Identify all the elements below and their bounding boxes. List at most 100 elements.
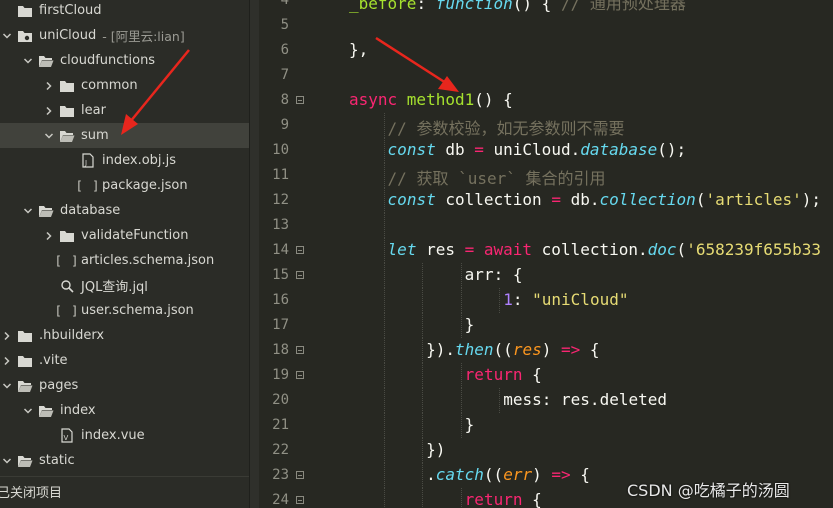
project-icon (17, 0, 33, 23)
tree-item[interactable]: .hbuilderx (0, 323, 249, 348)
code-line[interactable]: 19 return { (259, 363, 833, 388)
cloud-folder-icon (17, 23, 33, 48)
code-token: (); (657, 140, 687, 159)
indent-guide (422, 363, 424, 388)
closed-projects-bar[interactable]: 已关闭项目 (0, 476, 249, 505)
code-line[interactable]: 14 let res = await collection.doc('658239… (259, 238, 833, 263)
code-line[interactable]: 6}, (259, 38, 833, 63)
tree-item[interactable]: sum (0, 123, 249, 148)
sidebar-scrollbar[interactable] (249, 0, 259, 508)
code-line[interactable]: 16 1: "uniCloud" (259, 288, 833, 313)
code-line[interactable]: 17} (259, 313, 833, 338)
chevron-down-icon[interactable] (42, 123, 56, 148)
folder-open-icon (17, 448, 33, 473)
code-token: ) (541, 340, 561, 359)
chevron-right-icon[interactable] (42, 98, 56, 123)
tree-item[interactable]: [ ] package.json (0, 173, 249, 198)
code-text: const db = uniCloud.database(); (388, 140, 687, 159)
fold-toggle-icon[interactable] (296, 371, 304, 379)
tree-item[interactable]: firstCloud (0, 0, 249, 23)
fold-toggle-icon[interactable] (296, 346, 304, 354)
indent-guide (383, 188, 385, 213)
tree-item-label: .vite (39, 353, 68, 368)
indent-guide (383, 413, 385, 438)
code-token: then (455, 340, 494, 359)
code-line[interactable]: 11 // 获取 `user` 集合的引用 (259, 163, 833, 188)
fold-toggle-icon[interactable] (296, 246, 304, 254)
fold-toggle-icon[interactable] (296, 471, 304, 479)
code-token: let (387, 240, 427, 259)
code-token: = await (464, 240, 542, 259)
tree-item[interactable]: pages (0, 373, 249, 398)
code-editor[interactable]: 4 _before: function() { // 通用预处理器 5 6}, 7 8 as… (259, 0, 833, 508)
tree-item[interactable]: .vite (0, 348, 249, 373)
code-line[interactable]: 10 const db = uniCloud.database(); (259, 138, 833, 163)
code-line[interactable]: 4 _before: function() { // 通用预处理器 (259, 0, 833, 13)
tree-item[interactable]: validateFunction (0, 223, 249, 248)
indent-guide (422, 413, 424, 438)
code-token: return (464, 365, 533, 384)
tree-item[interactable]: index (0, 398, 249, 423)
tree-item[interactable]: uniCloud - [阿里云:lian] (0, 23, 249, 48)
indent-guide (383, 463, 385, 488)
tree-item-label: uniCloud (39, 28, 97, 43)
tree-item-label: static (39, 453, 75, 468)
indent-guide (422, 313, 424, 338)
tree-item[interactable]: static (0, 448, 249, 473)
code-line[interactable]: 21} (259, 413, 833, 438)
code-text: }) (426, 440, 445, 459)
fold-toggle-icon[interactable] (296, 96, 304, 104)
tree-item[interactable]: cloudfunctions (0, 48, 249, 73)
chevron-right-icon[interactable] (0, 323, 14, 348)
chevron-down-icon[interactable] (21, 198, 35, 223)
tree-item[interactable]: [ ] user.schema.json (0, 298, 249, 323)
fold-toggle-icon[interactable] (296, 271, 304, 279)
tree-item[interactable]: Vindex.vue (0, 423, 249, 448)
chevron-down-icon[interactable] (0, 373, 14, 398)
chevron-right-icon[interactable] (42, 73, 56, 98)
line-number: 11 (272, 167, 289, 183)
tree-item[interactable]: lear (0, 98, 249, 123)
tree-item[interactable]: [ ] articles.schema.json (0, 248, 249, 273)
indent-guide (383, 288, 385, 313)
code-token: { (589, 340, 600, 359)
code-line[interactable]: 22}) (259, 438, 833, 463)
tree-item-label: cloudfunctions (60, 53, 156, 68)
chevron-right-icon[interactable] (42, 223, 56, 248)
chevron-down-icon[interactable] (21, 48, 35, 73)
code-line[interactable]: 15 arr: { (259, 263, 833, 288)
code-token: ( (695, 190, 706, 209)
fold-toggle-icon[interactable] (296, 496, 304, 504)
code-token: () { (474, 90, 513, 109)
tree-item[interactable]: Jindex.obj.js (0, 148, 249, 173)
code-line[interactable]: 5 (259, 13, 833, 38)
code-text: }).then((res) => { (426, 340, 599, 359)
code-token: return (464, 490, 533, 508)
indent-guide (383, 338, 385, 363)
tree-item[interactable]: common (0, 73, 249, 98)
chevron-down-icon[interactable] (0, 23, 14, 48)
code-line[interactable]: 13 (259, 213, 833, 238)
code-token: _before (349, 0, 417, 13)
tree-item[interactable]: database (0, 198, 249, 223)
code-line[interactable]: 9 // 参数校验，如无参数则不需要 (259, 113, 833, 138)
code-line[interactable]: 7 (259, 63, 833, 88)
chevron-down-icon[interactable] (0, 448, 14, 473)
tree-item[interactable]: JQL查询.jql (0, 273, 249, 298)
code-line[interactable]: 18}).then((res) => { (259, 338, 833, 363)
code-token: db. (570, 190, 600, 209)
code-token: => (560, 340, 590, 359)
code-line[interactable]: 20 mess: res.deleted (259, 388, 833, 413)
line-number: 8 (280, 92, 289, 108)
project-explorer: firstCloud uniCloud - [阿里云:lian] cloudfunct… (0, 0, 249, 508)
code-text: return { (465, 490, 542, 508)
chevron-right-icon[interactable] (0, 348, 14, 373)
code-line[interactable]: 8 async method1() { (259, 88, 833, 113)
code-line[interactable]: 12 const collection = db.collection('arti… (259, 188, 833, 213)
tree-item-label: validateFunction (81, 228, 189, 243)
chevron-down-icon[interactable] (21, 398, 35, 423)
code-token: res (512, 340, 542, 359)
code-token: () { (512, 0, 561, 13)
line-number: 6 (280, 42, 289, 58)
code-token: } (464, 315, 475, 334)
